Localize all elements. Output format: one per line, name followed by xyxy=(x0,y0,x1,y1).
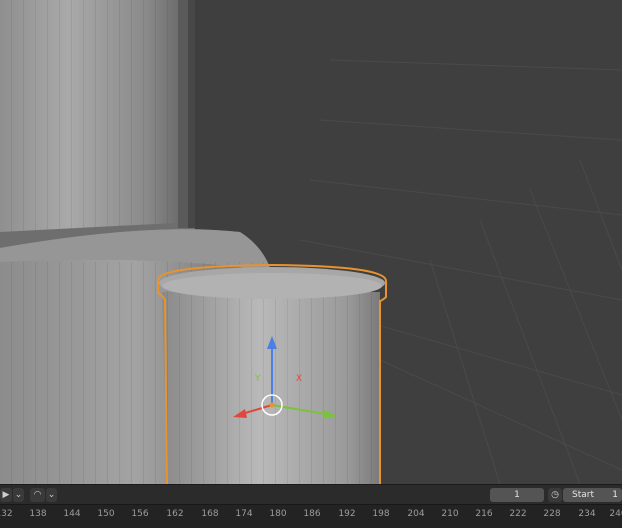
3d-viewport[interactable]: Y X xyxy=(0,0,622,484)
ruler-tick: 204 xyxy=(407,509,425,519)
current-frame-field[interactable]: 1 xyxy=(490,488,544,502)
ruler-tick: 174 xyxy=(235,509,253,519)
play-forward-icon[interactable]: ▶ xyxy=(0,488,12,502)
ruler-tick: 228 xyxy=(543,509,561,519)
ruler-tick: 192 xyxy=(338,509,356,519)
start-frame-label: Start xyxy=(572,490,594,500)
start-frame-field[interactable]: Start 1 xyxy=(563,488,622,502)
ruler-tick: 162 xyxy=(166,509,184,519)
playback-dropdown-icon[interactable]: ⌄ xyxy=(13,488,24,502)
ruler-tick: 180 xyxy=(269,509,287,519)
gizmo-x-label: X xyxy=(296,374,302,384)
ruler-tick: 144 xyxy=(63,509,81,519)
ruler-tick: 138 xyxy=(29,509,47,519)
timeline-header: ▶ ⌄ ◠ ⌄ 1 ◷ Start 1 xyxy=(0,484,622,504)
ruler-tick: 198 xyxy=(372,509,390,519)
ruler-tick: 240 xyxy=(609,509,622,519)
keying-dropdown-icon[interactable]: ⌄ xyxy=(46,488,57,502)
viewport-scene: Y X xyxy=(0,0,622,484)
ruler-tick: 150 xyxy=(97,509,115,519)
tall-cylinder[interactable] xyxy=(0,0,195,252)
start-frame-value: 1 xyxy=(612,490,618,500)
ruler-tick: 216 xyxy=(475,509,493,519)
stopwatch-icon[interactable]: ◷ xyxy=(548,488,562,502)
ruler-tick: 210 xyxy=(441,509,459,519)
ruler-tick: 156 xyxy=(131,509,149,519)
ruler-tick: 168 xyxy=(201,509,219,519)
ruler-tick: 186 xyxy=(303,509,321,519)
ruler-tick: 234 xyxy=(578,509,596,519)
ruler-tick: 132 xyxy=(0,509,13,519)
ruler-tick: 222 xyxy=(509,509,527,519)
gizmo-y-label: Y xyxy=(254,374,261,384)
keying-headphones-icon[interactable]: ◠ xyxy=(30,488,45,502)
object-origin-icon xyxy=(269,402,275,408)
timeline-ruler[interactable]: 132 138 144 150 156 162 168 174 180 186 … xyxy=(0,504,622,528)
